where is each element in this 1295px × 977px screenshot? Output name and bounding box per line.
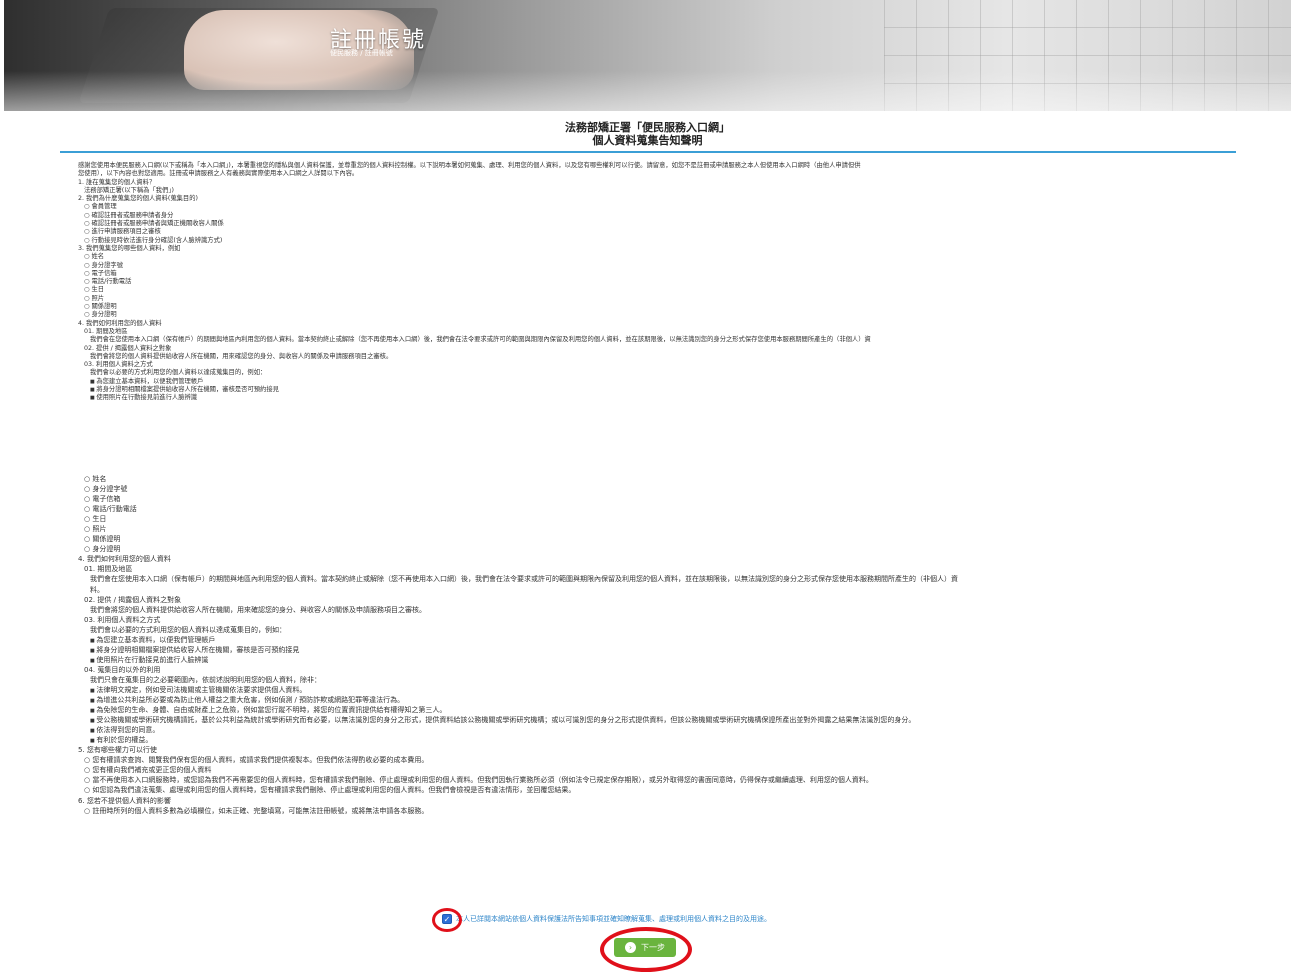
- notice-body-top: 感謝您使用本便民服務入口網(以下或稱為「本入口網」)，本署重視您的隱私與個人資料…: [78, 162, 871, 403]
- text-line: 我們會將您的個人資料提供給收容人所在機關，用來確認您的身分、與收容人的關係及申請…: [90, 352, 393, 360]
- list-item: 使用照片在行動接見前進行人臉辨識: [78, 394, 871, 402]
- list-item: 照片: [78, 524, 958, 534]
- notice-header: 法務部矯正署「便民服務入口網」 個人資料蒐集告知聲明: [0, 121, 1295, 147]
- list-heading: 5. 您有哪些權力可以行使: [78, 746, 157, 755]
- list-item: 電話/行動電話: [78, 504, 958, 514]
- text-line: 您使用），以下內容也對您適用。註冊或申請服務之人有義務與實際使用本入口網之人詳閱…: [78, 170, 359, 178]
- text-line: 我們會以必要的方式利用您的個人資料以達成蒐集目的，例如：: [90, 369, 267, 377]
- text-line: 我們會以必要的方式利用您的個人資料以達成蒐集目的，例如：: [90, 625, 286, 634]
- list-heading: 2. 我們為什麼蒐集您的個人資料(蒐集目的): [78, 195, 198, 203]
- list-item: 照片: [78, 295, 871, 303]
- list-item: 為增進公共利益所必要或為防止他人權益之重大危害，例如偵測 / 預防詐欺或網路犯罪…: [78, 695, 958, 705]
- list-item: 確認註冊者或服務申請者身分: [78, 212, 871, 220]
- list-item: 關係證明: [78, 303, 871, 311]
- sub-heading: 01. 期間及地區: [84, 565, 133, 574]
- list-item: 身分證明: [78, 311, 871, 319]
- list-item: 行動接見時依法進行身分確認(含人臉辨識方式): [78, 237, 871, 245]
- list-item: 如您認為我們違法蒐集、處理或利用您的個人資料時，您有權請求我們刪除、停止處理或利…: [78, 785, 958, 795]
- list-heading: 4. 我們如何利用您的個人資料: [78, 319, 162, 327]
- notice-subtitle: 個人資料蒐集告知聲明: [592, 134, 703, 147]
- list-item: 生日: [78, 286, 871, 294]
- list-item: 為免除您的生命、身體、自由或財產上之危險，例如當您行蹤不明時，將您的位置資訊提供…: [78, 705, 958, 715]
- sub-heading: 03. 利用個人資料之方式: [84, 615, 161, 624]
- highlight-circle-next-button: [600, 927, 692, 972]
- page-banner: 註冊帳號 便民服務 / 註冊帳號: [4, 0, 1291, 111]
- list-item: 將身分證明相關檔案提供給收容人所在機關，審核是否可預約接見: [78, 645, 958, 655]
- list-item: 有利於您的權益。: [78, 735, 958, 745]
- list-item: 為您建立基本資料，以便我們管理帳戶: [78, 635, 958, 645]
- agreement-row[interactable]: ✓ 本人已詳閱本網站依個人資料保護法所告知事項並確知瞭解蒐集、處理或利用個人資料…: [442, 912, 771, 926]
- list-heading: 6. 您若不提供個人資料的影響: [78, 796, 171, 805]
- list-item: 姓名: [78, 253, 871, 261]
- list-item: 身分證字號: [78, 262, 871, 270]
- list-item: 您有權向我們補充或更正您的個人資料: [78, 765, 958, 775]
- list-item: 依法得到您的同意。: [78, 725, 958, 735]
- list-item: 身分證字號: [78, 484, 958, 494]
- agreement-label[interactable]: 本人已詳閱本網站依個人資料保護法所告知事項並確知瞭解蒐集、處理或利用個人資料之目…: [456, 914, 771, 924]
- sub-heading: 02. 提供 / 揭露個人資料之對象: [84, 595, 182, 604]
- list-heading: 4. 我們如何利用您的個人資料: [78, 555, 171, 564]
- list-item: 法律明文規定，例如受司法機關或主管機關依法要求提供個人資料。: [78, 685, 958, 695]
- list-heading: 1. 誰在蒐集您的個人資料？: [78, 178, 156, 186]
- sub-heading: 01. 期間及地區: [84, 327, 128, 335]
- sub-heading: 04. 蒐集目的以外的利用: [84, 665, 161, 674]
- sub-heading: 02. 提供 / 揭露個人資料之對象: [84, 344, 172, 352]
- list-item: 電子信箱: [78, 270, 871, 278]
- scroll-gap: [0, 440, 1295, 470]
- list-item: 身分證明: [78, 544, 958, 554]
- list-item: 註冊時所列的個人資料多數為必填欄位，如未正確、完整填寫，可能無法註冊帳號，或將無…: [78, 806, 958, 816]
- text-line: 我們會在您使用本入口網（保有帳戶）的期間與地區內利用您的個人資料。當本契約終止或…: [90, 575, 958, 584]
- desk-image: [4, 71, 1291, 111]
- text-line: 我們會在您使用本入口網（保有帳戶）的期間與地區內利用您的個人資料。當本契約終止或…: [90, 336, 871, 344]
- list-heading: 3. 我們蒐集您的哪些個人資料，例如: [78, 244, 181, 252]
- notice-body-bottom: 姓名 身分證字號 電子信箱 電話/行動電話 生日 照片 關係證明 身分證明 4.…: [78, 474, 958, 816]
- list-item: 進行申請服務項目之審核: [78, 228, 871, 236]
- notice-title: 法務部矯正署「便民服務入口網」: [565, 121, 730, 134]
- list-item: 生日: [78, 514, 958, 524]
- list-item: 為您建立基本資料，以便我們管理帳戶: [78, 378, 871, 386]
- text-line: 我們會將您的個人資料提供給收容人所在機關，用來確認您的身分、與收容人的關係及申請…: [90, 605, 426, 614]
- list-item: 關係證明: [78, 534, 958, 544]
- list-item: 確認註冊者或服務申請者與矯正機關收容人關係: [78, 220, 871, 228]
- list-item: 使用照片在行動接見前進行人臉辨識: [78, 655, 958, 665]
- text-line: 我們只會在蒐集目的之必要範圍內，依前述說明利用您的個人資料，除非：: [90, 675, 321, 684]
- list-item: 您有權請求查詢、閱覽我們保有您的個人資料，或請求我們提供複製本。但我們依法得酌收…: [78, 755, 958, 765]
- list-item: 電話/行動電話: [78, 278, 871, 286]
- breadcrumb: 便民服務 / 註冊帳號: [330, 49, 393, 57]
- list-item: 受公務機關或學術研究機構請託，基於公共利益為統計或學術研究而有必要，以無法識別您…: [78, 715, 958, 725]
- highlight-circle-checkbox: [432, 908, 462, 932]
- list-item: 電子信箱: [78, 494, 958, 504]
- text-line: 法務部矯正署(以下稱為「我們」): [84, 186, 174, 194]
- list-item: 當不再使用本入口網服務時，或您認為我們不再需要您的個人資料時，您有權請求我們刪除…: [78, 775, 958, 785]
- list-item: 姓名: [78, 474, 958, 484]
- list-item: 會員管理: [78, 203, 871, 211]
- text-line: 料。: [90, 585, 104, 594]
- header-divider: [60, 151, 1236, 153]
